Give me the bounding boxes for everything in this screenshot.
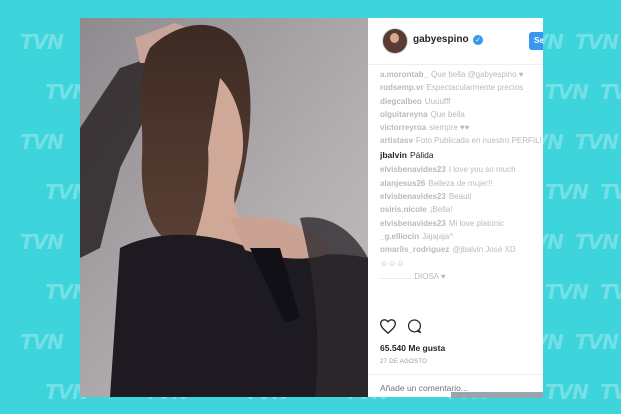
- comment-item: diegcalbeo Uuuufff: [380, 95, 542, 108]
- tvn-watermark: TVN: [575, 130, 619, 154]
- tvn-watermark: TVN: [575, 330, 619, 354]
- post-username[interactable]: gabyespino: [413, 34, 469, 45]
- post-actions: [379, 319, 530, 339]
- comment-bubble-icon[interactable]: [407, 319, 422, 339]
- tvn-watermark: TVN: [600, 80, 621, 104]
- comment-username[interactable]: elvisbenavides23: [380, 192, 446, 201]
- comment-text: @jbalvin José XD: [452, 245, 516, 255]
- comment-text: Beauti: [448, 192, 472, 202]
- avatar[interactable]: [382, 28, 408, 54]
- tvn-watermark: TVN: [545, 80, 589, 104]
- comment-item: alanjesus26 Belleza de mujer!!: [380, 177, 542, 190]
- tvn-watermark: TVN: [575, 230, 619, 254]
- comment-item: omarlis_rodriguez @jbalvin José XD: [380, 243, 542, 256]
- comment-text: I love you so much: [448, 165, 516, 175]
- tvn-watermark: TVN: [600, 380, 621, 404]
- comment-username[interactable]: _g.elliocin: [380, 232, 419, 241]
- comment-item: jbalvin Pálida: [380, 148, 542, 163]
- comment-item: a.morontab_ Que bella @gabyespino ♥: [380, 68, 542, 81]
- comment-text: ☺☺☺: [380, 258, 405, 268]
- tvn-watermark: TVN: [545, 380, 589, 404]
- comment-username[interactable]: olguitareyna: [380, 110, 428, 119]
- comment-username[interactable]: a.morontab_: [380, 70, 428, 79]
- comment-item: elvisbenavides23 Beauti: [380, 190, 542, 203]
- photo-image: [80, 18, 368, 397]
- comment-item: elvisbenavides23 Mi love platonic: [380, 217, 542, 230]
- tvn-watermark: TVN: [20, 130, 64, 154]
- tvn-watermark: TVN: [600, 280, 621, 304]
- post-header: gabyespino ✓ Se: [368, 18, 543, 65]
- post-side-panel: gabyespino ✓ Se a.morontab_ Que bella @ga…: [368, 18, 543, 397]
- comment-item: victorreyroa siempre ♥♥: [380, 121, 542, 134]
- verified-badge-icon: ✓: [473, 35, 483, 45]
- likes-count[interactable]: 65.540 Me gusta: [380, 343, 445, 353]
- comment-username[interactable]: diegcalbeo: [380, 97, 422, 106]
- comment-item: osiris.nicole ¡Bella!: [380, 203, 542, 216]
- comment-text: Espectacularmente precios: [426, 83, 524, 93]
- comment-username[interactable]: victorreyroa: [380, 123, 426, 132]
- comment-item: _g.elliocin Jajajaja^: [380, 230, 542, 243]
- post-photo[interactable]: [80, 18, 368, 397]
- comment-text: Pálida: [409, 150, 434, 161]
- comment-item: ………… DIOSA ♥: [380, 270, 542, 283]
- comment-username[interactable]: rodsemp.vr: [380, 83, 424, 92]
- comment-text: Que bella: [430, 109, 465, 119]
- comment-username[interactable]: elvisbenavides23: [380, 165, 446, 174]
- comment-item: ☺☺☺: [380, 257, 542, 270]
- comments-list: a.morontab_ Que bella @gabyespino ♥ rodsem…: [380, 68, 542, 283]
- tvn-watermark: TVN: [545, 180, 589, 204]
- follow-button[interactable]: Se: [529, 32, 543, 50]
- comment-text: Que bella @gabyespino ♥: [431, 70, 524, 79]
- comment-text: Jajajaja^: [422, 231, 454, 241]
- comment-username[interactable]: omarlis_rodriguez: [380, 245, 449, 254]
- comment-text: Mi love platonic: [448, 218, 504, 228]
- comment-item: olguitareyna Que bella: [380, 108, 542, 121]
- comment-username[interactable]: osiris.nicole: [380, 205, 427, 214]
- comment-text: ¡Bella!: [429, 205, 453, 215]
- comment-username[interactable]: elvisbenavides23: [380, 219, 446, 228]
- tvn-watermark: TVN: [20, 330, 64, 354]
- comment-text: Foto Publicada en nuestro PERFIL!: [415, 136, 542, 146]
- tvn-watermark: TVN: [600, 180, 621, 204]
- comment-item: artistasv Foto Publicada en nuestro PERFI…: [380, 134, 542, 148]
- comment-text: ………… DIOSA ♥: [380, 271, 446, 281]
- comment-username[interactable]: alanjesus26: [380, 179, 425, 188]
- post-date: 27 DE AGOSTO: [380, 359, 428, 365]
- comment-username[interactable]: jbalvin: [380, 150, 407, 160]
- comment-text: siempre ♥♥: [429, 123, 470, 133]
- tvn-watermark: TVN: [545, 280, 589, 304]
- tvn-watermark: TVN: [20, 30, 64, 54]
- caption-overlay-strip: [451, 392, 543, 398]
- tvn-watermark: TVN: [575, 30, 619, 54]
- comment-item: elvisbenavides23 I love you so much: [380, 163, 542, 176]
- heart-icon[interactable]: [379, 319, 397, 339]
- comment-text: Belleza de mujer!!: [428, 178, 493, 188]
- tvn-watermark: TVN: [20, 230, 64, 254]
- comment-text: Uuuufff: [424, 96, 451, 106]
- comment-item: rodsemp.vr Espectacularmente precios: [380, 81, 542, 94]
- comment-username[interactable]: artistasv: [380, 136, 413, 145]
